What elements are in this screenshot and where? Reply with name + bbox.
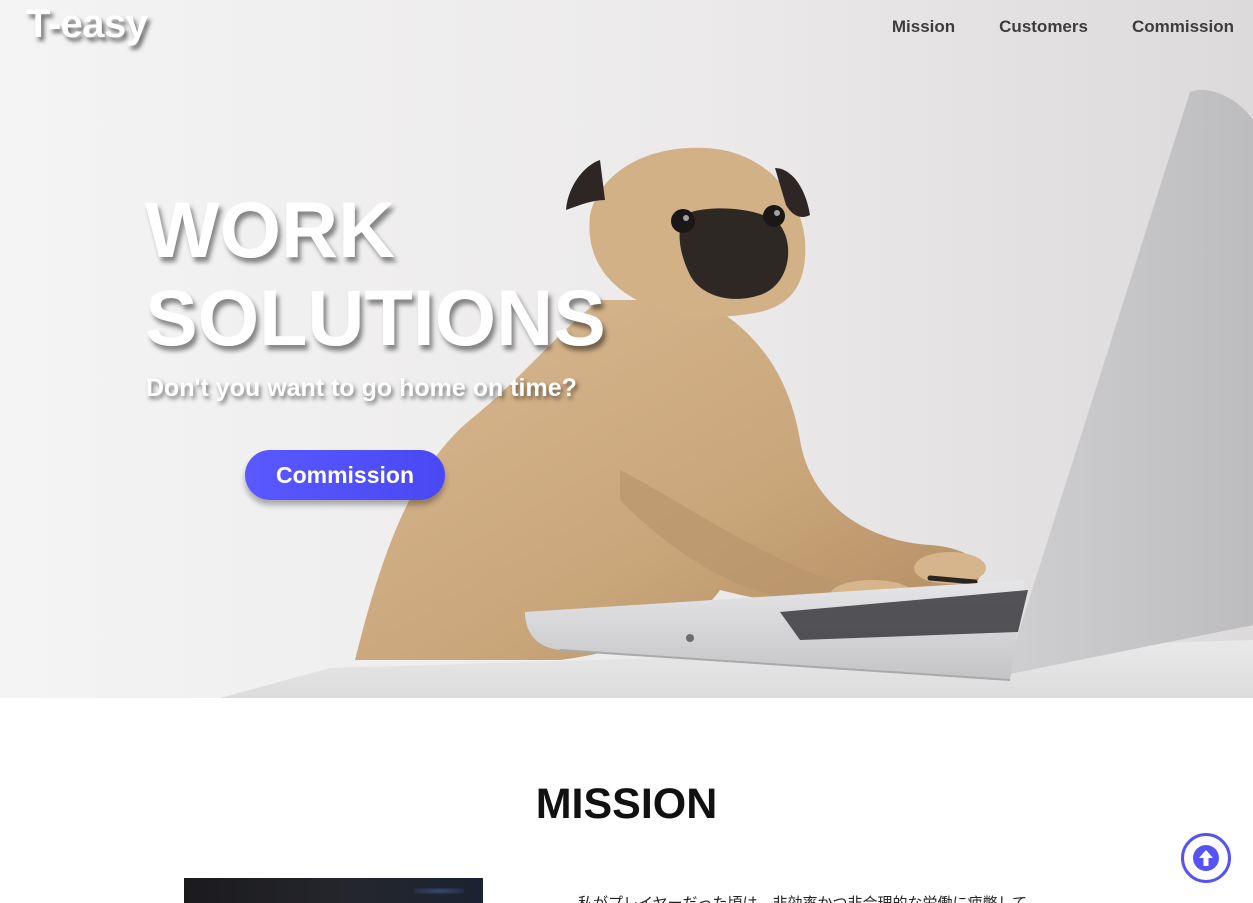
hero-title-line-2: SOLUTIONS [145, 273, 606, 362]
mission-heading: MISSION [535, 780, 718, 828]
hero-title: WORK SOLUTIONS [145, 186, 606, 362]
mission-image [184, 878, 483, 903]
mission-body-text: 私がプレイヤーだった頃は、非効率かつ非合理的な労働に疲弊して [578, 894, 1028, 903]
nav-link-commission[interactable]: Commission [1132, 17, 1234, 37]
hero-title-line-1: WORK [145, 185, 396, 274]
nav-link-customers[interactable]: Customers [999, 17, 1088, 37]
nav-link-mission[interactable]: Mission [892, 17, 955, 37]
site-logo[interactable]: T-easy [26, 2, 148, 47]
main-nav: Mission Customers Commission [892, 17, 1234, 37]
hero-subtitle: Don't you want to go home on time? [146, 374, 577, 402]
arrow-up-circle-icon [1193, 845, 1219, 871]
commission-cta-button[interactable]: Commission [245, 450, 445, 500]
back-to-top-button[interactable] [1181, 833, 1231, 883]
hero-section: T-easy Mission Customers Commission WORK… [0, 0, 1253, 698]
